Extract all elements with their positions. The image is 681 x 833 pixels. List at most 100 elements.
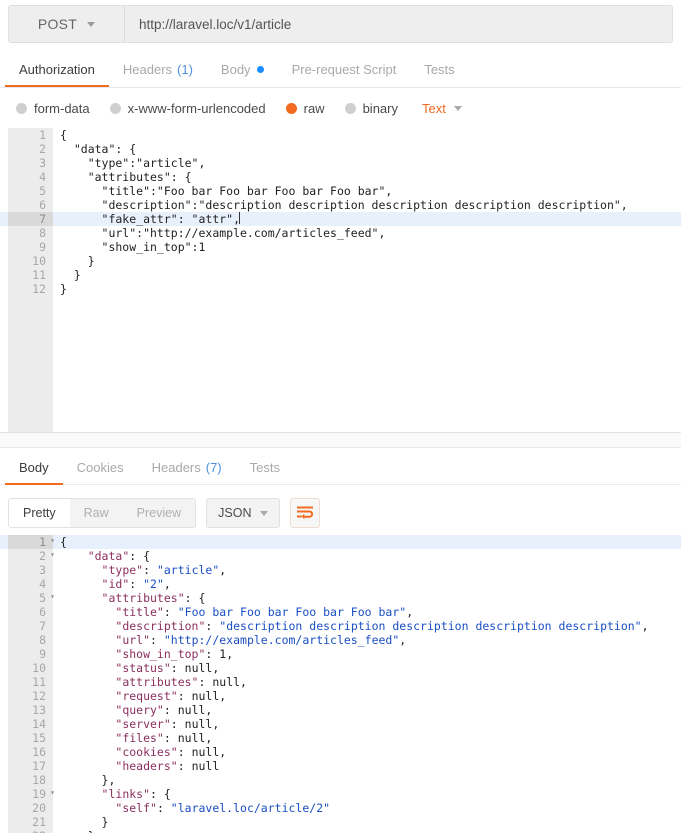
- code-line: 6 "description":"description description…: [0, 198, 681, 212]
- line-number: 3: [8, 563, 53, 577]
- body-type-label: raw: [303, 100, 325, 116]
- line-number-with-fold-icon[interactable]: 2: [8, 548, 55, 563]
- code-line: 5 "attributes": {: [0, 590, 681, 605]
- line-number: 1: [8, 128, 53, 142]
- code-line: 7 "description": "description descriptio…: [0, 619, 681, 633]
- body-type-label: x-www-form-urlencoded: [127, 100, 266, 116]
- code-line: 18 },: [0, 773, 681, 787]
- tab-tests[interactable]: Tests: [410, 52, 468, 87]
- radio-icon: [16, 102, 27, 114]
- tab-body[interactable]: Body: [207, 52, 278, 87]
- code-line: 11 }: [0, 268, 681, 282]
- line-text: }: [60, 254, 95, 268]
- view-mode-preview[interactable]: Preview: [123, 499, 195, 527]
- code-line: 11 "attributes": null,: [0, 675, 681, 689]
- tab-label: Body: [220, 62, 251, 77]
- radio-icon: [109, 102, 121, 114]
- line-text: "data": {: [60, 142, 137, 156]
- response-code-lines: 1{2 "data": {3 "type": "article",4 "id":…: [0, 535, 681, 833]
- line-text: "status": null,: [115, 661, 220, 675]
- tab-count: (7): [205, 460, 222, 475]
- line-text: "show_in_top":1: [60, 240, 206, 254]
- line-text: "type": "article",: [101, 563, 227, 577]
- code-line: 2 "data": {: [0, 548, 681, 563]
- code-line: 9 "show_in_top":1: [0, 240, 681, 254]
- line-text: "attributes": {: [60, 170, 192, 184]
- line-number-with-fold-icon[interactable]: 1: [8, 535, 55, 549]
- code-line: 15 "files": null,: [0, 731, 681, 745]
- response-body-editor[interactable]: 1{2 "data": {3 "type": "article",4 "id":…: [0, 535, 681, 833]
- line-number: 16: [8, 745, 53, 759]
- line-text: }: [60, 282, 67, 296]
- response-tab-tests[interactable]: Tests: [236, 450, 294, 485]
- code-line: 5 "title":"Foo bar Foo bar Foo bar Foo b…: [0, 184, 681, 198]
- body-type-form-data[interactable]: form-data: [16, 101, 90, 116]
- line-text: "query": null,: [115, 703, 213, 717]
- line-number: 11: [8, 268, 53, 282]
- code-line: 10 }: [0, 254, 681, 268]
- body-type-binary[interactable]: binary: [344, 101, 398, 116]
- line-text: }: [60, 815, 109, 829]
- line-number-with-fold-icon[interactable]: 5: [8, 590, 55, 605]
- line-text: "headers": null: [115, 759, 220, 773]
- line-number: 4: [8, 170, 53, 184]
- body-type-row: form-data x-www-form-urlencoded raw bina…: [0, 88, 681, 128]
- view-mode-label: Pretty: [23, 506, 56, 520]
- response-toolbar: Pretty Raw Preview JSON: [0, 492, 681, 534]
- response-tab-cookies[interactable]: Cookies: [63, 450, 138, 485]
- chevron-down-icon: [87, 21, 96, 27]
- http-method-label: POST: [37, 16, 78, 32]
- line-number: 22: [8, 829, 53, 833]
- view-mode-pretty[interactable]: Pretty: [9, 499, 70, 527]
- line-text: "fake_attr": "attr",: [60, 212, 241, 226]
- line-number: 8: [8, 226, 53, 240]
- view-mode-label: Preview: [136, 506, 182, 520]
- line-text: "server": null,: [115, 717, 220, 731]
- line-text: "type":"article",: [60, 156, 206, 170]
- view-mode-raw[interactable]: Raw: [70, 499, 123, 527]
- line-number: 14: [8, 717, 53, 731]
- line-number-with-fold-icon[interactable]: 19: [8, 786, 55, 801]
- line-number: 8: [8, 633, 53, 647]
- code-line: 2 "data": {: [0, 142, 681, 156]
- code-line: 22 }: [0, 829, 681, 833]
- line-number: 9: [8, 240, 53, 254]
- radio-selected-icon: [285, 102, 297, 114]
- tab-label: Pre-request Script: [291, 62, 397, 77]
- line-number: 15: [8, 731, 53, 745]
- response-tab-body[interactable]: Body: [5, 450, 63, 485]
- line-number: 4: [8, 577, 53, 591]
- line-number: 11: [8, 675, 53, 689]
- tab-headers[interactable]: Headers (1): [109, 52, 207, 87]
- code-line: 13 "query": null,: [0, 703, 681, 717]
- line-number: 7: [8, 619, 53, 633]
- line-number: 12: [8, 282, 53, 296]
- body-type-x-www-form-urlencoded[interactable]: x-www-form-urlencoded: [109, 100, 266, 116]
- line-number: 6: [8, 605, 53, 619]
- request-body-editor[interactable]: 1{2 "data": {3 "type":"article", 4 "attri…: [0, 128, 681, 433]
- raw-format-selector[interactable]: Text: [422, 101, 462, 116]
- request-url-input[interactable]: [125, 6, 672, 42]
- body-type-raw[interactable]: raw: [285, 100, 325, 116]
- code-line: 1{: [0, 535, 681, 549]
- line-text: {: [60, 535, 67, 549]
- line-text: "attributes": {: [101, 591, 206, 605]
- line-number: 17: [8, 759, 53, 773]
- line-number: 6: [8, 198, 53, 212]
- pane-splitter[interactable]: [0, 433, 681, 448]
- http-method-selector[interactable]: POST: [9, 6, 125, 42]
- line-text: "show_in_top": 1,: [115, 647, 234, 661]
- line-text: "url":"http://example.com/articles_feed"…: [60, 226, 386, 240]
- tab-authorization[interactable]: Authorization: [5, 52, 109, 87]
- code-line: 4 "id": "2",: [0, 577, 681, 591]
- word-wrap-button[interactable]: [290, 498, 321, 528]
- code-line: 20 "self": "laravel.loc/article/2": [0, 801, 681, 815]
- response-tab-headers[interactable]: Headers (7): [138, 450, 236, 485]
- tab-pre-request-script[interactable]: Pre-request Script: [278, 52, 411, 87]
- line-text: "data": {: [87, 549, 151, 563]
- code-line: 16 "cookies": null,: [0, 745, 681, 759]
- response-format-selector[interactable]: JSON: [206, 498, 281, 528]
- line-text: "description": "description description …: [115, 619, 649, 633]
- radio-icon: [344, 102, 356, 114]
- raw-format-label: Text: [422, 100, 446, 116]
